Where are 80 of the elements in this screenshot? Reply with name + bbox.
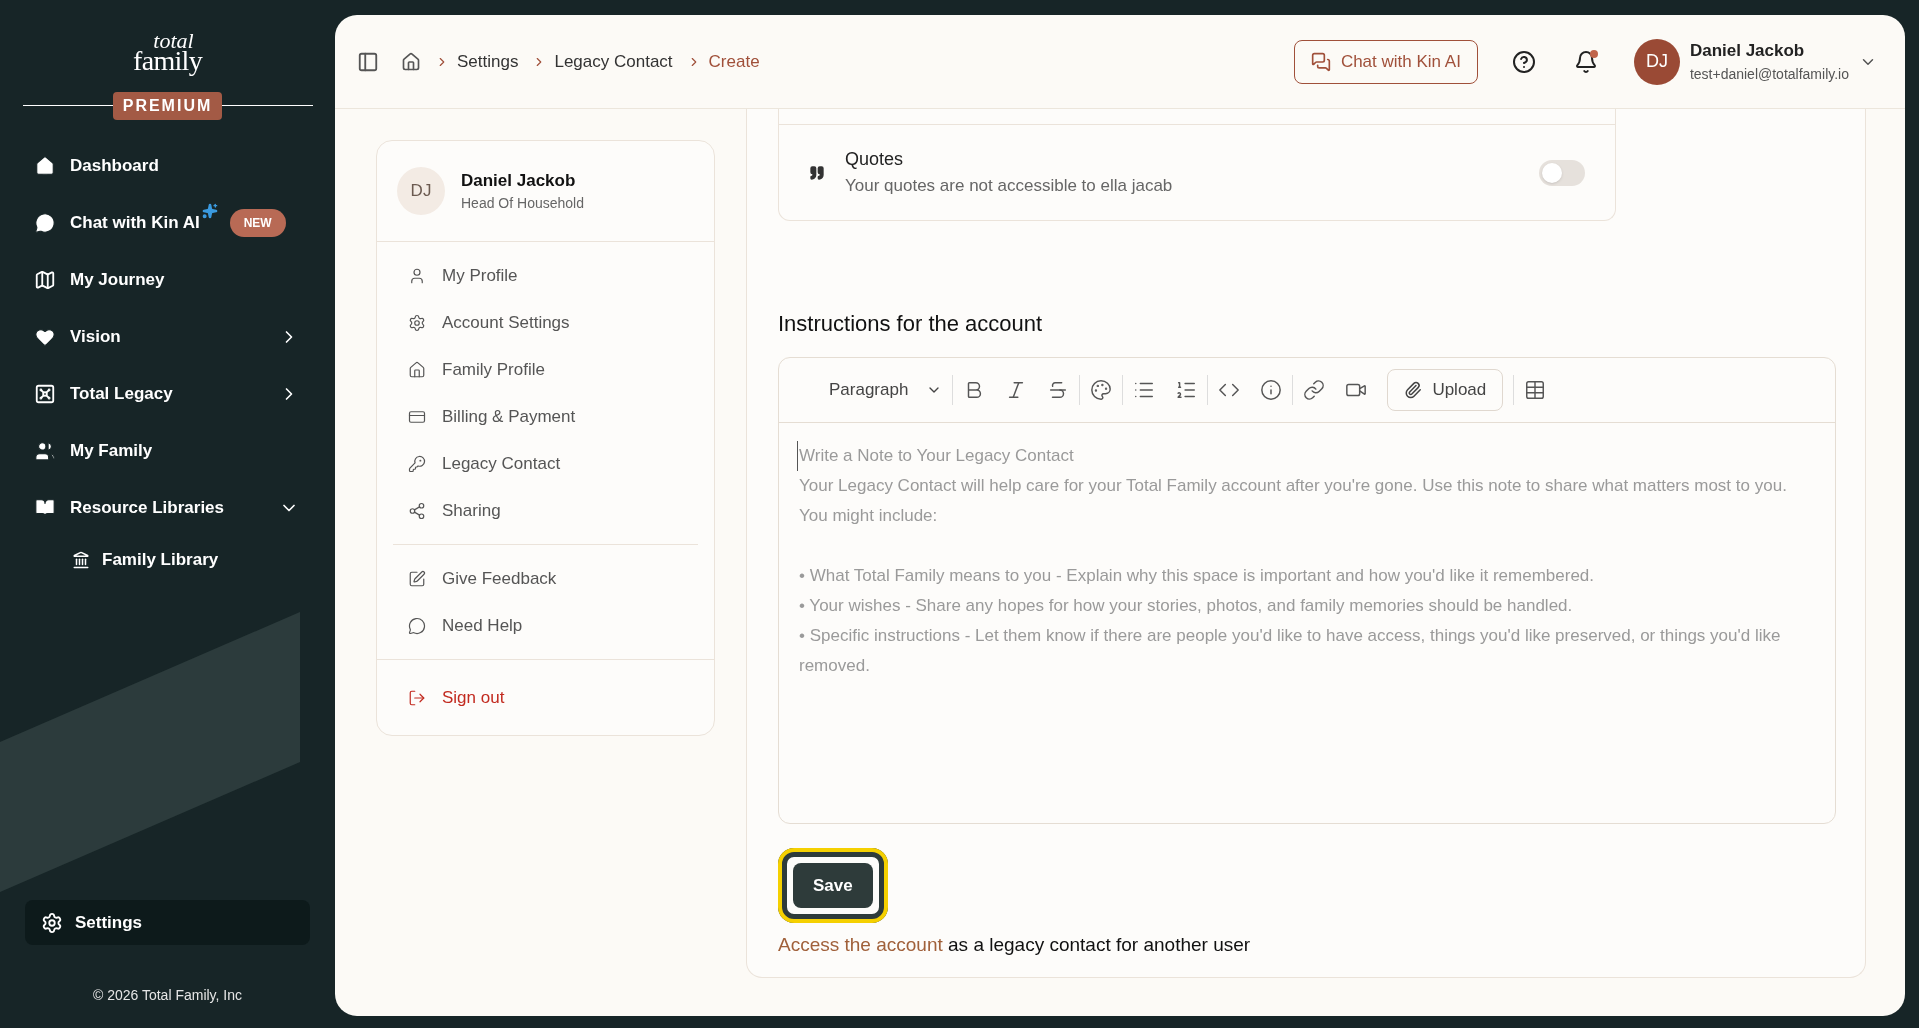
sidebar-item-label: Vision <box>70 326 121 349</box>
sidebar-item[interactable]: My Family <box>0 429 335 473</box>
bell-icon <box>1573 49 1598 74</box>
safe-icon <box>34 383 56 405</box>
paragraph-select[interactable]: Paragraph <box>829 377 943 403</box>
sidebar-item[interactable]: Vision <box>0 315 335 359</box>
toggle-switch[interactable] <box>1539 159 1585 186</box>
breadcrumb-link[interactable]: Create <box>708 48 760 75</box>
person-icon <box>408 266 426 285</box>
user-name: Daniel Jackob <box>461 169 577 192</box>
save-button[interactable]: Save <box>793 863 873 908</box>
user-email: test+daniel@totalfamily.io <box>1689 64 1849 84</box>
menu-item[interactable]: Account Settings <box>393 299 698 346</box>
premium-badge: PREMIUM <box>112 92 223 120</box>
sidebar-item[interactable]: Chat with Kin AI NEW <box>0 201 335 245</box>
sidebar-item[interactable]: Total Legacy <box>0 372 335 416</box>
home-icon <box>408 360 426 379</box>
sidebar-item-label: Total Legacy <box>70 383 173 406</box>
chat-bubble-icon <box>408 616 426 635</box>
sidebar-item[interactable]: Dashboard <box>0 144 335 188</box>
quote-icon <box>809 164 825 181</box>
section-heading: Instructions for the account <box>778 310 1044 338</box>
sidebar-item-label: My Family <box>70 440 153 463</box>
palette-icon[interactable] <box>1090 379 1113 401</box>
sidebar-item[interactable]: My Journey <box>0 258 335 302</box>
settings-item[interactable]: Settings <box>25 900 310 945</box>
copyright-text: © 2026 Total Family, Inc <box>91 986 244 1005</box>
people-icon <box>34 440 56 462</box>
user-name: Daniel Jackob <box>1689 40 1806 63</box>
settings-icon <box>41 911 63 934</box>
menu-item[interactable]: Legacy Contact <box>393 440 698 487</box>
breadcrumb-link[interactable]: Legacy Contact <box>554 48 673 75</box>
permission-title: Quotes <box>845 148 905 172</box>
sidebar-item-label: Dashboard <box>70 155 159 178</box>
editor-placeholder: Write a Note to Your Legacy Contact Your Legacy Contact will help care for your Total Family account after you're gone. Use this note to share what matters most to you. You might include: • What Total Family means to you - Explain why this space is important and how you'd like it remembered. • Your wishes - Share any hopes for how your stories, photos, and family memories should be handled. • Specific instructions - Let them know if there are people you'd like to have access, things you'd like preserved, or things you'd like removed. <box>779 423 1835 681</box>
link-icon[interactable] <box>1303 379 1326 401</box>
building-icon <box>72 551 90 569</box>
share-icon <box>408 501 426 520</box>
paperclip-icon <box>1404 381 1423 399</box>
new-badge: NEW <box>229 209 286 237</box>
user-avatar: DJ <box>397 167 445 215</box>
table-icon[interactable] <box>1524 379 1547 401</box>
sidebar-item[interactable]: Resource Libraries <box>0 486 335 530</box>
settings-icon <box>408 313 426 332</box>
map-icon <box>34 269 56 291</box>
sidebar-toggle-icon[interactable] <box>357 50 379 73</box>
chat-button[interactable]: Chat with Kin AI <box>1293 39 1478 84</box>
info-icon[interactable] <box>1260 379 1283 401</box>
sidebar-item-label: Chat with Kin AI <box>70 212 200 235</box>
menu-item[interactable]: Need Help <box>393 602 698 649</box>
key-icon <box>408 454 426 473</box>
permission-description: Your quotes are not accessible to ella jacab <box>845 175 1173 198</box>
menu-item[interactable]: Sign out <box>393 674 698 721</box>
access-note: Access the account as a legacy contact for another user <box>778 933 1252 957</box>
numbered-list-icon[interactable] <box>1175 379 1198 401</box>
edit-icon <box>408 569 426 588</box>
menu-item[interactable]: Billing & Payment <box>393 393 698 440</box>
help-icon[interactable] <box>1511 49 1536 74</box>
menu-item[interactable]: Family Profile <box>393 346 698 393</box>
sidebar-item[interactable]: Family Library <box>0 538 335 582</box>
user-role: Head Of Household <box>461 194 584 214</box>
access-account-link[interactable]: Access the account <box>778 934 943 955</box>
notification-bell[interactable] <box>1573 49 1598 74</box>
menu-item[interactable]: Give Feedback <box>393 555 698 602</box>
sparkle-icon <box>201 203 218 219</box>
breadcrumb-link[interactable]: Settings <box>457 48 519 75</box>
menu-item[interactable]: Sharing <box>393 487 698 534</box>
settings-label: Settings <box>75 911 143 934</box>
heart-icon <box>34 326 56 348</box>
chat-bubble-icon <box>34 212 56 234</box>
user-avatar[interactable]: DJ <box>1633 38 1680 85</box>
home-icon <box>34 155 56 177</box>
sidebar-item-label: Family Library <box>102 549 219 572</box>
home-icon[interactable] <box>401 51 421 72</box>
menu-item[interactable]: My Profile <box>393 252 698 299</box>
sidebar-item-label: My Journey <box>70 269 165 292</box>
logout-icon <box>408 688 426 707</box>
sidebar-item-label: Resource Libraries <box>70 497 224 520</box>
chat-icon <box>1310 51 1331 72</box>
upload-button[interactable]: Upload <box>1387 369 1504 411</box>
